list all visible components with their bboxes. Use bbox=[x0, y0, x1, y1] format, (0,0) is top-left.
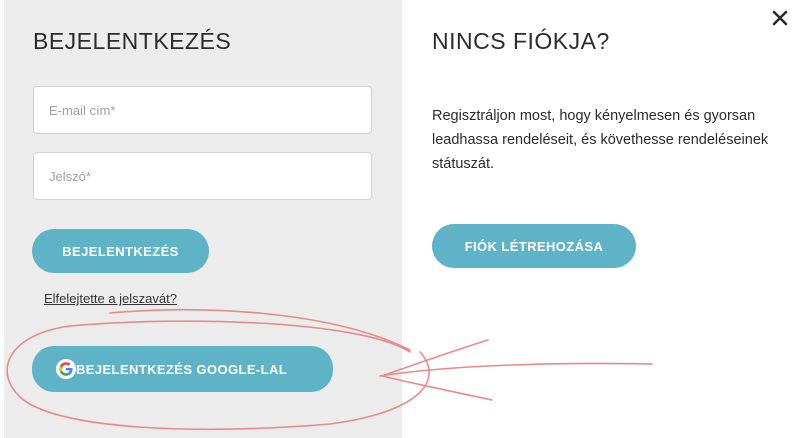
login-panel: BEJELENTKEZÉS BEJELENTKEZÉS Elfelejtette… bbox=[4, 0, 402, 438]
google-login-label: BEJELENTKEZÉS GOOGLE-LAL bbox=[76, 361, 288, 377]
password-field[interactable] bbox=[33, 152, 372, 200]
google-icon bbox=[56, 359, 76, 379]
register-title: NINCS FIÓKJA? bbox=[432, 28, 610, 54]
login-modal: BEJELENTKEZÉS BEJELENTKEZÉS Elfelejtette… bbox=[0, 0, 800, 438]
register-description: Regisztráljon most, hogy kényelmesen és … bbox=[432, 108, 769, 172]
create-account-button[interactable]: FIÓK LÉTREHOZÁSA bbox=[432, 224, 636, 268]
forgot-password-link[interactable]: Elfelejtette a jelszavát? bbox=[44, 291, 177, 306]
login-title: BEJELENTKEZÉS bbox=[33, 28, 232, 54]
login-button-label: BEJELENTKEZÉS bbox=[62, 243, 179, 259]
login-button[interactable]: BEJELENTKEZÉS bbox=[32, 229, 209, 273]
create-account-label: FIÓK LÉTREHOZÁSA bbox=[464, 238, 604, 254]
email-field[interactable] bbox=[33, 86, 372, 134]
google-login-button[interactable]: BEJELENTKEZÉS GOOGLE-LAL bbox=[32, 346, 333, 392]
close-icon[interactable] bbox=[770, 8, 790, 28]
register-panel: NINCS FIÓKJA? Regisztráljon most, hogy k… bbox=[402, 0, 800, 438]
